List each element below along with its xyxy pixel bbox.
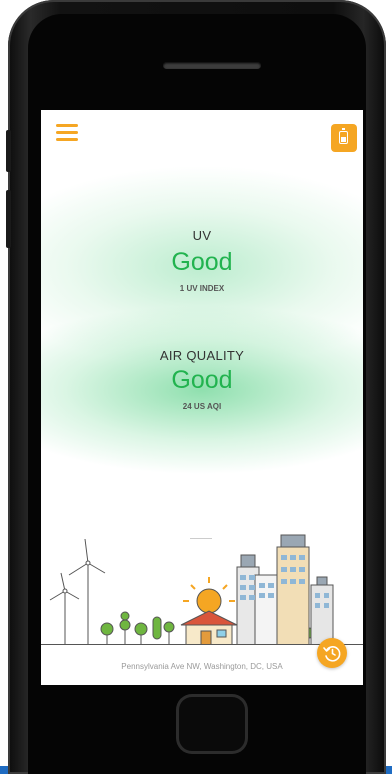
history-clock-icon bbox=[323, 646, 341, 662]
house-icon bbox=[180, 610, 238, 645]
uv-index: 1 UV INDEX bbox=[179, 284, 225, 293]
battery-button[interactable] bbox=[331, 124, 357, 152]
menu-button[interactable] bbox=[56, 124, 78, 141]
air-quality-status: Good bbox=[171, 366, 233, 394]
uv-status: Good bbox=[171, 248, 233, 276]
uv-title: UV bbox=[192, 228, 212, 243]
phone-home-button[interactable] bbox=[176, 694, 248, 754]
history-button[interactable] bbox=[317, 638, 347, 668]
air-quality-title: AIR QUALITY bbox=[159, 348, 245, 363]
side-button-mute bbox=[6, 130, 11, 172]
air-quality-index: 24 US AQI bbox=[182, 402, 222, 411]
side-button-volume bbox=[6, 190, 11, 248]
app-screen: UV Good 1 UV INDEX AIR QUALITY Good 24 U… bbox=[41, 110, 363, 685]
battery-icon bbox=[339, 128, 348, 144]
wind-turbine-icon bbox=[68, 538, 106, 645]
sun-icon bbox=[183, 577, 235, 614]
city-illustration bbox=[41, 534, 363, 645]
location-address: Pennsylvania Ave NW, Washington, DC, USA bbox=[121, 662, 283, 671]
hamburger-menu-icon bbox=[56, 124, 78, 127]
wind-turbine-icon bbox=[49, 572, 80, 645]
phone-speaker bbox=[163, 62, 261, 69]
